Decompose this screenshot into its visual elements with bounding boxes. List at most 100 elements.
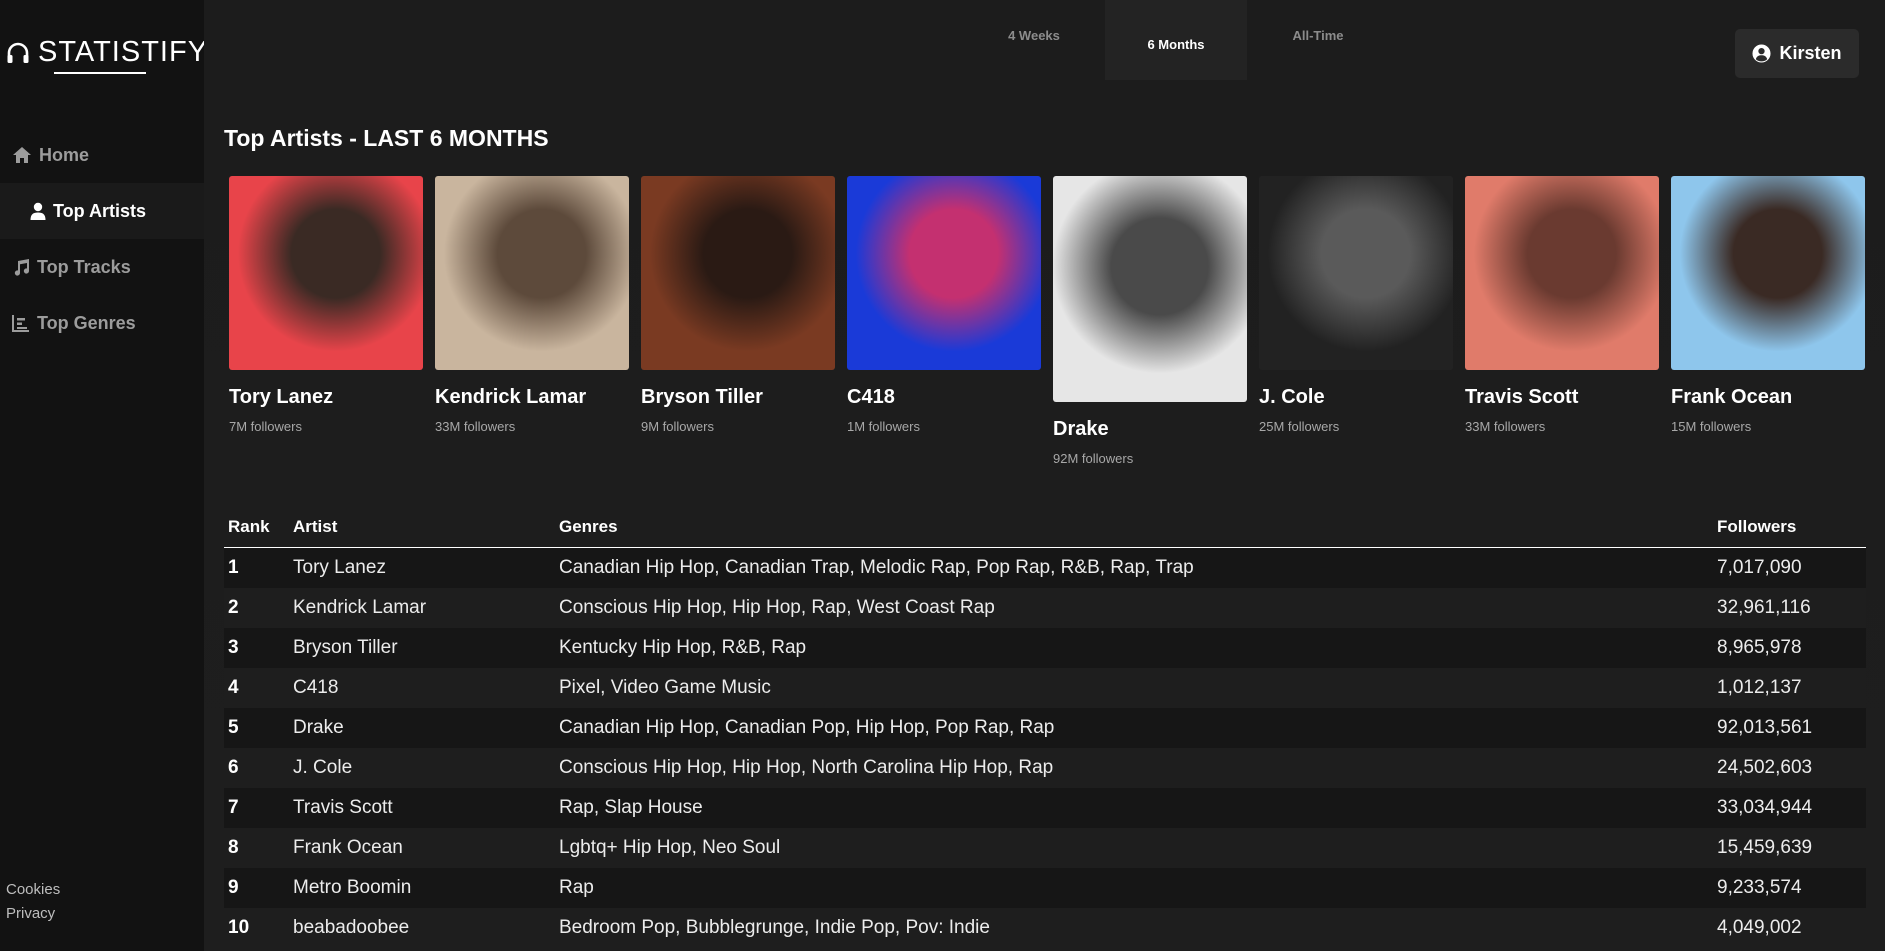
logo-text: STATISTIFY xyxy=(38,36,209,68)
page-title: Top Artists - LAST 6 MONTHS xyxy=(224,125,549,151)
table-header: Rank Artist Genres Followers xyxy=(224,506,1866,548)
main-content: 4 Weeks 6 Months All-Time Kirsten Top Ar… xyxy=(204,0,1885,951)
cell-genres: Conscious Hip Hop, Hip Hop, Rap, West Co… xyxy=(559,597,995,618)
logo[interactable]: STATISTIFY xyxy=(6,36,208,69)
column-header-followers: Followers xyxy=(1717,516,1797,536)
sidebar: STATISTIFY Home Top Artists Top Tracks T… xyxy=(0,0,207,951)
artist-card[interactable]: Frank Ocean 15M followers xyxy=(1671,176,1865,434)
artist-card[interactable]: Kendrick Lamar 33M followers xyxy=(435,176,629,434)
artist-card[interactable]: Travis Scott 33M followers xyxy=(1465,176,1659,434)
sidebar-item-label: Top Artists xyxy=(53,200,146,221)
artist-card-name: Frank Ocean xyxy=(1671,386,1793,408)
cookies-link[interactable]: Cookies xyxy=(6,878,60,902)
table-row[interactable]: 5 Drake Canadian Hip Hop, Canadian Pop, Hi… xyxy=(224,708,1866,748)
tab-6-months[interactable]: 6 Months xyxy=(1105,0,1247,80)
artist-card-followers: 33M followers xyxy=(1465,419,1546,434)
cell-rank: 8 xyxy=(228,837,239,858)
artist-image xyxy=(1671,176,1865,370)
cell-rank: 5 xyxy=(228,717,239,738)
cell-genres: Canadian Hip Hop, Canadian Trap, Melodic… xyxy=(559,557,1194,578)
cell-artist: J. Cole xyxy=(293,757,353,778)
artist-card-name: Kendrick Lamar xyxy=(435,386,587,408)
table-row[interactable]: 8 Frank Ocean Lgbtq+ Hip Hop, Neo Soul 15,4… xyxy=(224,828,1866,868)
sidebar-item-top-artists[interactable]: Top Artists xyxy=(0,183,204,239)
table-row[interactable]: 10 beabadoobee Bedroom Pop, Bubblegrunge, … xyxy=(224,908,1866,948)
artist-card[interactable]: C418 1M followers xyxy=(847,176,1041,434)
cell-followers: 8,965,978 xyxy=(1717,637,1802,658)
sidebar-item-label: Top Genres xyxy=(37,312,136,333)
table-row[interactable]: 7 Travis Scott Rap, Slap House 33,034,944 xyxy=(224,788,1866,828)
cell-artist: Metro Boomin xyxy=(293,877,412,898)
tab-all-time[interactable]: All-Time xyxy=(1247,0,1389,80)
user-menu-button[interactable]: Kirsten xyxy=(1735,29,1859,78)
table-row[interactable]: 9 Metro Boomin Rap 9,233,574 xyxy=(224,868,1866,908)
table-row[interactable]: 2 Kendrick Lamar Conscious Hip Hop, Hip Ho… xyxy=(224,588,1866,628)
cell-followers: 33,034,944 xyxy=(1717,797,1813,818)
artist-card[interactable]: J. Cole 25M followers xyxy=(1259,176,1453,434)
artist-card-followers: 9M followers xyxy=(641,419,714,434)
music-note-icon xyxy=(14,259,30,276)
cell-rank: 6 xyxy=(228,757,239,778)
privacy-link[interactable]: Privacy xyxy=(6,902,60,926)
cell-artist: beabadoobee xyxy=(293,917,410,938)
cell-artist: Tory Lanez xyxy=(293,557,386,578)
home-icon xyxy=(13,147,31,163)
table-row[interactable]: 4 C418 Pixel, Video Game Music 1,012,137 xyxy=(224,668,1866,708)
cell-genres: Canadian Hip Hop, Canadian Pop, Hip Hop,… xyxy=(559,717,1055,738)
column-header-rank: Rank xyxy=(228,516,270,536)
table-row[interactable]: 3 Bryson Tiller Kentucky Hip Hop, R&B, Rap… xyxy=(224,628,1866,668)
artists-table: Rank Artist Genres Followers 1 Tory Lanez… xyxy=(224,506,1866,948)
cell-followers: 4,049,002 xyxy=(1717,917,1802,938)
cell-followers: 9,233,574 xyxy=(1717,877,1802,898)
cell-followers: 32,961,116 xyxy=(1717,597,1811,618)
column-header-artist: Artist xyxy=(293,516,338,536)
time-range-tabs: 4 Weeks 6 Months All-Time xyxy=(963,0,1389,80)
cell-genres: Pixel, Video Game Music xyxy=(559,677,771,698)
cell-rank: 1 xyxy=(228,557,239,578)
artist-image xyxy=(229,176,423,370)
cell-rank: 2 xyxy=(228,597,239,618)
artist-card[interactable]: Tory Lanez 7M followers xyxy=(229,176,423,434)
artist-card[interactable]: Drake 92M followers xyxy=(1053,176,1247,466)
cell-genres: Rap, Slap House xyxy=(559,797,703,818)
cell-followers: 15,459,639 xyxy=(1717,837,1813,858)
cell-followers: 7,017,090 xyxy=(1717,557,1802,578)
table-body: 1 Tory Lanez Canadian Hip Hop, Canadian Tr… xyxy=(224,548,1866,948)
artist-image xyxy=(847,176,1041,370)
cell-followers: 24,502,603 xyxy=(1717,757,1813,778)
tab-4-weeks[interactable]: 4 Weeks xyxy=(963,0,1105,80)
cell-genres: Conscious Hip Hop, Hip Hop, North Caroli… xyxy=(559,757,1054,778)
footer-links: Cookies Privacy xyxy=(6,878,60,926)
artist-card-followers: 7M followers xyxy=(229,419,302,434)
artist-card-name: Bryson Tiller xyxy=(641,386,763,408)
table-row[interactable]: 6 J. Cole Conscious Hip Hop, Hip Hop, Nort… xyxy=(224,748,1866,788)
artist-card[interactable]: Bryson Tiller 9M followers xyxy=(641,176,835,434)
cell-rank: 10 xyxy=(228,917,250,938)
cell-followers: 92,013,561 xyxy=(1717,717,1813,738)
cell-artist: C418 xyxy=(293,677,339,698)
user-circle-icon xyxy=(1752,44,1772,63)
artist-card-name: C418 xyxy=(847,386,895,408)
artist-image xyxy=(1465,176,1659,370)
artist-image xyxy=(641,176,835,370)
table-row[interactable]: 1 Tory Lanez Canadian Hip Hop, Canadian Tr… xyxy=(224,548,1866,588)
cell-genres: Rap xyxy=(559,877,594,898)
artist-card-name: Drake xyxy=(1053,418,1109,440)
cell-genres: Bedroom Pop, Bubblegrunge, Indie Pop, Po… xyxy=(559,917,990,938)
sidebar-nav: Home Top Artists Top Tracks Top Genres xyxy=(0,127,204,351)
cell-genres: Kentucky Hip Hop, R&B, Rap xyxy=(559,637,807,658)
cell-artist: Kendrick Lamar xyxy=(293,597,427,618)
column-header-genres: Genres xyxy=(559,516,618,536)
sidebar-item-top-genres[interactable]: Top Genres xyxy=(0,295,204,351)
headphones-icon xyxy=(7,42,29,63)
user-name: Kirsten xyxy=(1779,43,1842,63)
sidebar-item-home[interactable]: Home xyxy=(0,127,204,183)
artist-card-followers: 33M followers xyxy=(435,419,516,434)
artist-image xyxy=(435,176,629,370)
sidebar-item-top-tracks[interactable]: Top Tracks xyxy=(0,239,204,295)
artist-card-followers: 15M followers xyxy=(1671,419,1752,434)
bar-chart-icon xyxy=(12,315,29,332)
cell-rank: 7 xyxy=(228,797,239,818)
cell-rank: 4 xyxy=(228,677,239,698)
cell-genres: Lgbtq+ Hip Hop, Neo Soul xyxy=(559,837,781,858)
